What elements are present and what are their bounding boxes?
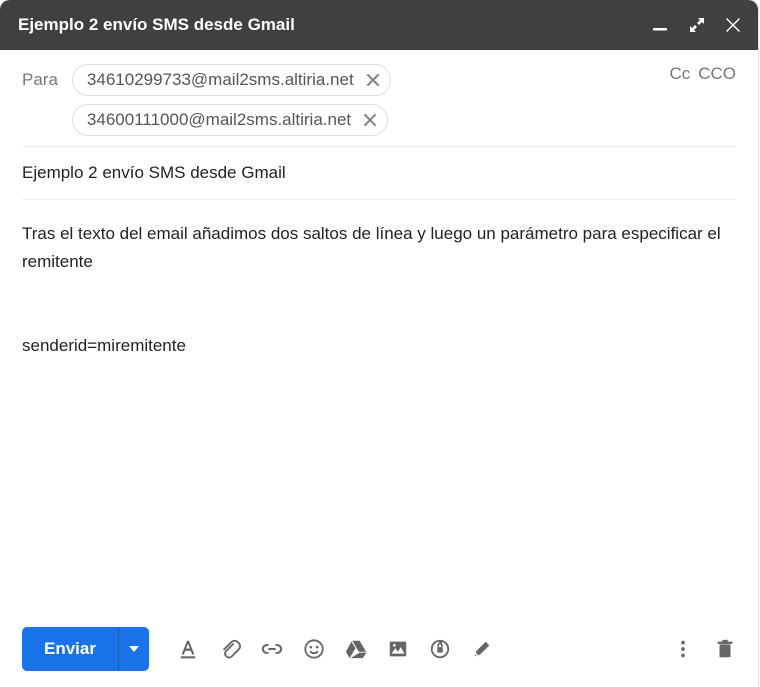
toolbar-right (672, 638, 736, 660)
chip-remove-icon[interactable] (364, 71, 382, 89)
cc-link[interactable]: Cc (669, 64, 690, 84)
expand-icon[interactable] (690, 18, 704, 32)
window-title: Ejemplo 2 envío SMS desde Gmail (18, 15, 652, 35)
drive-icon[interactable] (345, 638, 367, 660)
close-icon[interactable] (726, 18, 740, 32)
body-paragraph: Tras el texto del email añadimos dos sal… (22, 220, 736, 276)
recipient-chips[interactable]: 34610299733@mail2sms.altiria.net 3460011… (72, 64, 670, 146)
image-icon[interactable] (387, 638, 409, 660)
pen-icon[interactable] (471, 638, 493, 660)
body-paragraph: senderid=miremitente (22, 332, 736, 360)
emoji-icon[interactable] (303, 638, 325, 660)
titlebar-actions (652, 18, 740, 32)
more-options-icon[interactable] (672, 638, 694, 660)
body-editor[interactable]: Tras el texto del email añadimos dos sal… (22, 200, 736, 613)
cc-bcc-links: Cc CCO (669, 64, 736, 96)
trash-icon[interactable] (714, 638, 736, 660)
compose-content: Para 34610299733@mail2sms.altiria.net 34… (0, 50, 758, 613)
link-icon[interactable] (261, 638, 283, 660)
confidential-icon[interactable] (429, 638, 451, 660)
chevron-down-icon (129, 646, 139, 652)
bcc-link[interactable]: CCO (698, 64, 736, 84)
send-options-dropdown[interactable] (118, 627, 149, 671)
send-button[interactable]: Enviar (22, 627, 118, 671)
minimize-icon[interactable] (652, 18, 668, 32)
compose-window: Ejemplo 2 envío SMS desde Gmail Para 346… (0, 0, 758, 687)
subject-row (22, 147, 736, 200)
attach-icon[interactable] (219, 638, 241, 660)
chip-email: 34600111000@mail2sms.altiria.net (87, 110, 351, 130)
compose-toolbar: Enviar (0, 613, 758, 687)
recipient-chip[interactable]: 34610299733@mail2sms.altiria.net (72, 64, 391, 96)
formatting-tools (177, 638, 493, 660)
text-format-icon[interactable] (177, 638, 199, 660)
recipients-row: Para 34610299733@mail2sms.altiria.net 34… (22, 50, 736, 147)
subject-input[interactable] (22, 163, 736, 183)
chip-remove-icon[interactable] (361, 111, 379, 129)
chip-email: 34610299733@mail2sms.altiria.net (87, 70, 354, 90)
recipient-chip[interactable]: 34600111000@mail2sms.altiria.net (72, 104, 388, 136)
to-label: Para (22, 64, 58, 90)
send-button-group: Enviar (22, 627, 149, 671)
titlebar: Ejemplo 2 envío SMS desde Gmail (0, 0, 758, 50)
